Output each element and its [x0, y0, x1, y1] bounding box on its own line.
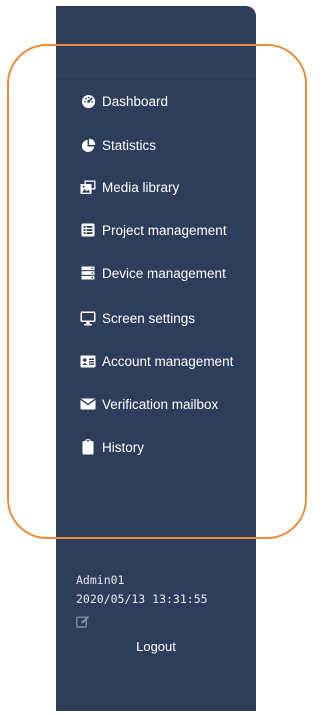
- sidebar-item-dashboard[interactable]: Dashboard: [80, 90, 256, 112]
- desktop-icon: [80, 310, 96, 326]
- images-icon: [80, 179, 96, 195]
- sidebar-item-label: Media library: [102, 179, 180, 195]
- tachometer-icon: [80, 93, 96, 109]
- pie-chart-icon: [80, 137, 96, 153]
- sidebar-item-history[interactable]: History: [80, 436, 256, 458]
- sidebar-item-statistics[interactable]: Statistics: [80, 134, 256, 156]
- sidebar-item-label: History: [102, 439, 145, 455]
- sidebar-item-media-library[interactable]: Media library: [80, 176, 256, 198]
- sidebar-item-account-management[interactable]: Account management: [80, 350, 256, 372]
- sidebar-item-device-management[interactable]: Device management: [80, 262, 256, 284]
- sidebar: Dashboard Statistics Media library Proje…: [56, 6, 256, 711]
- username: Admin01: [76, 573, 125, 587]
- id-card-icon: [80, 353, 96, 369]
- sidebar-item-screen-settings[interactable]: Screen settings: [80, 307, 256, 329]
- sidebar-item-label: Screen settings: [102, 310, 196, 326]
- edit-icon[interactable]: [76, 615, 90, 633]
- envelope-icon: [80, 396, 96, 412]
- sidebar-item-label: Account management: [102, 353, 234, 369]
- sidebar-item-label: Statistics: [102, 137, 157, 153]
- sidebar-item-label: Dashboard: [102, 93, 169, 109]
- logout-button[interactable]: Logout: [56, 639, 256, 654]
- last-login-timestamp: 2020/05/13 13:31:55: [76, 592, 208, 606]
- user-info: Admin01 2020/05/13 13:31:55: [76, 571, 208, 609]
- sidebar-item-verification-mailbox[interactable]: Verification mailbox: [80, 393, 256, 415]
- sidebar-divider: [56, 79, 256, 80]
- clipboard-icon: [80, 439, 96, 455]
- sidebar-item-label: Project management: [102, 222, 227, 238]
- sidebar-item-label: Device management: [102, 265, 226, 281]
- sidebar-item-project-management[interactable]: Project management: [80, 219, 256, 241]
- list-alt-icon: [80, 222, 96, 238]
- server-icon: [80, 265, 96, 281]
- sidebar-item-label: Verification mailbox: [102, 396, 219, 412]
